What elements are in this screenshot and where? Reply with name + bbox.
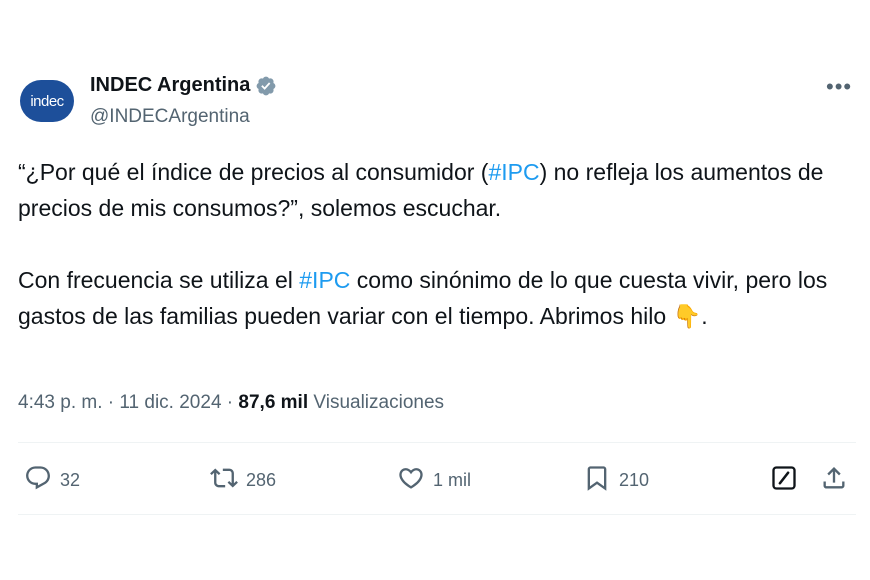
views-count: 87,6 mil [238, 392, 309, 413]
divider [18, 514, 856, 515]
author-handle[interactable]: @INDECArgentina [90, 106, 250, 128]
grok-icon[interactable] [770, 464, 798, 497]
author-name[interactable]: INDEC Argentina [90, 74, 250, 97]
bookmark-count: 210 [619, 470, 650, 490]
pointing-down-emoji-icon: 👇 [672, 303, 702, 329]
avatar-logo-text: indec [30, 92, 64, 110]
reply-icon [24, 464, 52, 497]
reply-button[interactable]: 32 [24, 464, 80, 497]
meta-separator: · [102, 392, 120, 413]
meta-separator: · [221, 392, 239, 413]
tweet-paragraph-1: “¿Por qué el índice de precios al consum… [18, 154, 848, 226]
repost-button[interactable]: 286 [210, 464, 276, 497]
tweet-text-segment: Con frecuencia se utiliza el [18, 267, 300, 293]
bookmark-icon [583, 464, 611, 497]
reply-count: 32 [60, 470, 81, 490]
avatar[interactable]: indec [20, 80, 74, 122]
author-name-row[interactable]: INDEC Argentina [90, 74, 277, 97]
views-label: Visualizaciones [313, 392, 445, 413]
tweet-text-segment: “¿Por qué el índice de precios al consum… [18, 159, 489, 185]
like-button[interactable]: 1 mil [397, 464, 471, 497]
hashtag-link[interactable]: #IPC [299, 267, 350, 293]
heart-icon [397, 464, 425, 497]
divider [18, 442, 856, 443]
share-icon[interactable] [820, 464, 848, 497]
post-time[interactable]: 4:43 p. m. [18, 392, 103, 413]
repost-count: 286 [246, 470, 277, 490]
tweet-card: indec INDEC Argentina @INDECArgentina ••… [0, 0, 870, 580]
repost-icon [210, 464, 238, 497]
tweet-text: “¿Por qué el índice de precios al consum… [18, 154, 848, 334]
bookmark-button[interactable]: 210 [583, 464, 649, 497]
more-options-icon[interactable]: ••• [826, 76, 852, 98]
like-count: 1 mil [433, 470, 472, 490]
tweet-paragraph-2: Con frecuencia se utiliza el #IPC como s… [18, 262, 848, 334]
post-date[interactable]: 11 dic. 2024 [119, 392, 221, 413]
tweet-text-segment: . [701, 303, 708, 329]
hashtag-link[interactable]: #IPC [488, 159, 539, 185]
verified-badge-icon [255, 75, 277, 97]
tweet-meta: 4:43 p. m. · 11 dic. 2024 · 87,6 mil Vis… [18, 392, 444, 414]
